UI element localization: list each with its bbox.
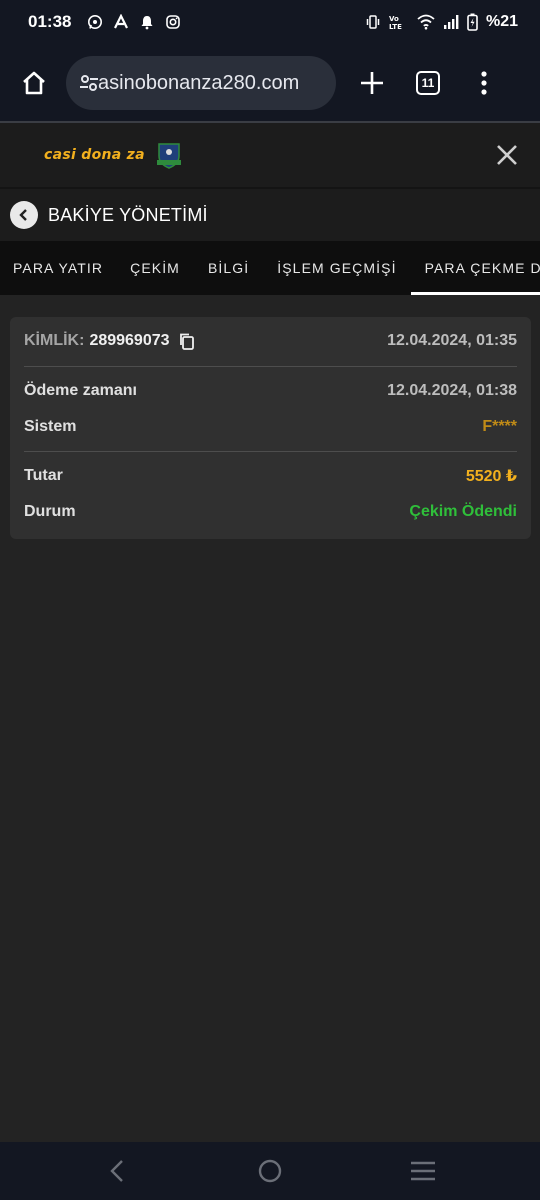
id-label: KİMLİK: [24,332,85,349]
vibrate-icon [365,14,381,30]
created-date: 12.04.2024, 01:35 [387,332,517,349]
close-icon [497,145,517,165]
partner-badge-icon [155,140,183,170]
volte-icon: Vo LTE [389,14,409,30]
tab-withdrawal-status[interactable]: PARA ÇEKME DURUMU [410,241,540,295]
copy-icon[interactable] [178,332,196,350]
transaction-id-row: KİMLİK: 289969073 12.04.2024, 01:35 [24,317,517,365]
payment-time-row: Ödeme zamanı 12.04.2024, 01:38 [24,373,517,409]
svg-text:Vo: Vo [389,15,399,23]
tab-count: 11 [416,71,440,95]
tab-switcher-button[interactable]: 11 [400,55,456,111]
status-bar: 01:38 Vo LTE %21 [0,0,540,44]
new-tab-button[interactable] [344,55,400,111]
status-label: Durum [24,503,76,520]
tab-withdraw[interactable]: ÇEKİM [116,241,194,295]
page-title-bar: BAKİYE YÖNETİMİ [0,189,540,241]
card-divider [24,366,517,367]
instagram-icon [165,14,181,30]
system-nav-bar [0,1142,540,1200]
tab-transaction-history[interactable]: İŞLEM GEÇMİŞİ [263,241,410,295]
browser-toolbar: asinobonanza280.com 11 [0,44,540,122]
back-button[interactable] [10,201,38,229]
tab-bar: PARA YATIR ÇEKİM BİLGİ İŞLEM GEÇMİŞİ PAR… [0,241,540,295]
system-row: Sistem F**** [24,409,517,445]
amount-row: Tutar 5520 ₺ [24,458,517,494]
payment-time-value: 12.04.2024, 01:38 [387,382,517,399]
address-bar[interactable]: asinobonanza280.com [66,56,336,110]
svg-text:LTE: LTE [389,23,402,30]
card-divider [24,451,517,452]
battery-charging-icon [467,13,478,31]
amount-value: 5520 ₺ [465,468,517,485]
home-button[interactable] [2,51,66,115]
whatsapp-icon [87,14,103,30]
tab-deposit[interactable]: PARA YATIR [0,241,116,295]
home-icon [23,71,45,95]
more-vert-icon [481,71,487,95]
chevron-left-icon [19,209,27,221]
site-logo[interactable]: casi dona za [44,147,145,163]
nav-home-button[interactable] [250,1151,290,1191]
system-value: F**** [482,418,517,435]
nav-back-button[interactable] [97,1151,137,1191]
id-value: 289969073 [89,332,170,349]
nav-recents-icon [411,1161,436,1181]
wifi-icon [417,14,435,30]
close-button[interactable] [490,138,524,172]
status-value: Çekim Ödendi [409,503,517,520]
status-row: Durum Çekim Ödendi [24,494,517,530]
payment-time-label: Ödeme zamanı [24,382,137,399]
signal-icon [443,14,459,30]
nav-home-icon [258,1159,282,1183]
tab-info[interactable]: BİLGİ [194,241,263,295]
nav-recents-button[interactable] [403,1151,443,1191]
system-label: Sistem [24,418,77,435]
page-title: BAKİYE YÖNETİMİ [48,204,208,225]
nav-back-icon [109,1160,123,1182]
browser-menu-button[interactable] [456,55,512,111]
amount-label: Tutar [24,467,63,484]
transaction-card: KİMLİK: 289969073 12.04.2024, 01:35 Ödem… [10,317,531,539]
status-time: 01:38 [28,12,72,31]
battery-percent: %21 [485,13,518,30]
notification-bell-icon [139,14,155,30]
site-header: casi dona za [0,123,540,187]
app-a-icon [113,14,129,30]
plus-icon [361,72,383,94]
url-text: asinobonanza280.com [98,71,300,94]
